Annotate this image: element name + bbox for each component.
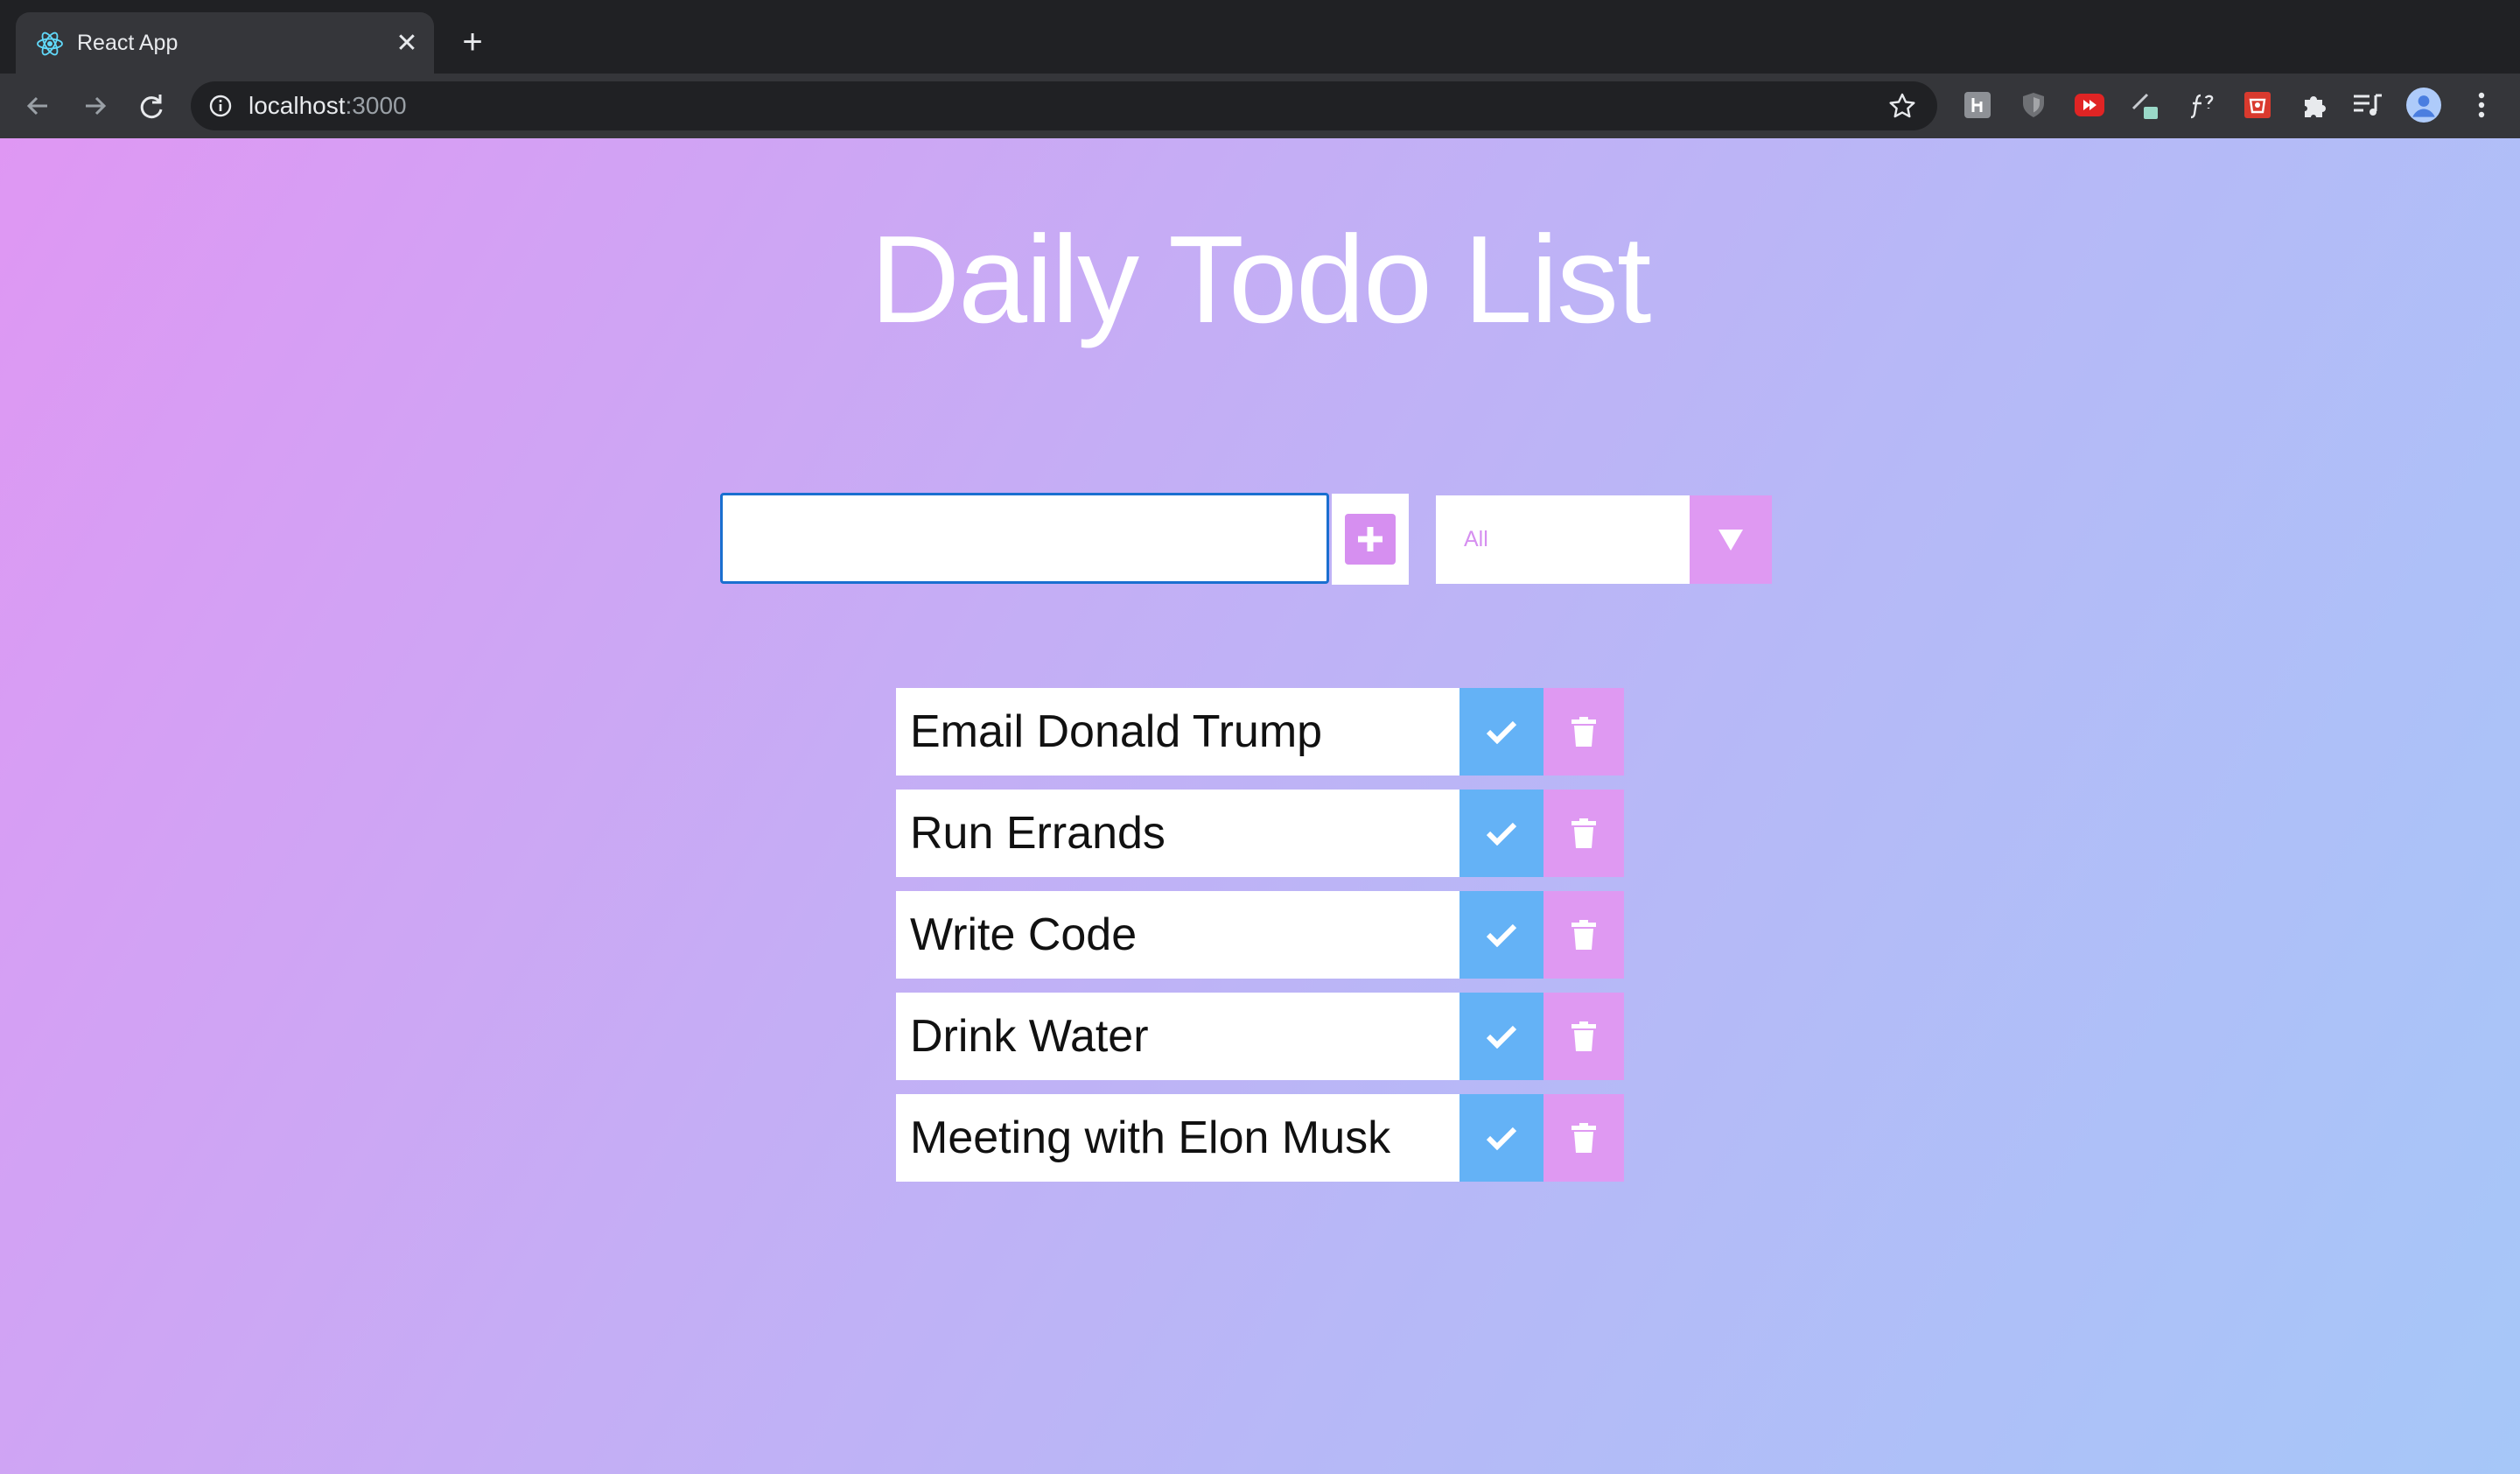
h-badge-icon: [1964, 92, 1991, 118]
extension-pen-icon[interactable]: [2128, 88, 2163, 123]
shield-icon: [2023, 93, 2044, 117]
todo-item: Drink Water: [896, 993, 1624, 1080]
todo-input[interactable]: [720, 493, 1329, 584]
tab-strip: React App ✕ +: [0, 0, 2520, 74]
youtube-icon: [2075, 94, 2104, 116]
add-todo-button[interactable]: [1332, 494, 1409, 585]
trash-icon: [1572, 717, 1596, 747]
trash-icon: [1572, 818, 1596, 848]
complete-button[interactable]: [1460, 790, 1544, 877]
plus-square-icon: [1345, 514, 1396, 565]
delete-button[interactable]: [1544, 688, 1624, 776]
check-icon: [1486, 720, 1517, 744]
reload-button[interactable]: [133, 88, 170, 124]
extension-youtube-icon[interactable]: [2072, 88, 2107, 123]
avatar-icon: [2406, 88, 2441, 123]
todo-text: Run Errands: [896, 790, 1460, 877]
new-tab-button[interactable]: +: [455, 25, 490, 60]
check-icon: [1486, 1127, 1517, 1150]
arrow-right-icon: [86, 96, 107, 116]
info-icon[interactable]: [208, 94, 233, 118]
complete-button[interactable]: [1460, 688, 1544, 776]
filter-dropdown-arrow[interactable]: [1690, 495, 1772, 584]
complete-button[interactable]: [1460, 1094, 1544, 1182]
triangle-down-icon: [1718, 529, 1743, 551]
delete-button[interactable]: [1544, 993, 1624, 1080]
profile-avatar-button[interactable]: [2406, 88, 2441, 123]
bookmark-star-icon[interactable]: [1888, 92, 1916, 120]
todo-item: Email Donald Trump: [896, 688, 1624, 776]
trash-icon: [1572, 1021, 1596, 1051]
tab-close-icon[interactable]: ✕: [394, 31, 420, 57]
todo-list: Email Donald Trump Run Errands Write Cod…: [896, 688, 1624, 1196]
complete-button[interactable]: [1460, 891, 1544, 979]
delete-button[interactable]: [1544, 790, 1624, 877]
back-button[interactable]: [19, 88, 56, 124]
todo-item: Write Code: [896, 891, 1624, 979]
tab-react-app[interactable]: React App ✕: [16, 12, 434, 74]
todo-text: Meeting with Elon Musk: [896, 1094, 1460, 1182]
extension-h-icon[interactable]: [1960, 88, 1995, 123]
url-port: :3000: [345, 92, 407, 119]
app-page: Daily Todo List All Email Donald Trump R…: [0, 138, 2520, 1474]
media-control-button[interactable]: [2350, 88, 2385, 123]
trash-icon: [1572, 920, 1596, 950]
reload-icon: [140, 95, 163, 119]
extension-shield-icon[interactable]: [2016, 88, 2051, 123]
function-icon: [2190, 94, 2214, 119]
todo-text: Write Code: [896, 891, 1460, 979]
page-title: Daily Todo List: [870, 210, 1652, 349]
delete-button[interactable]: [1544, 1094, 1624, 1182]
arrow-left-icon: [26, 96, 47, 116]
extensions-puzzle-button[interactable]: [2296, 88, 2331, 123]
check-icon: [1486, 923, 1517, 947]
address-bar[interactable]: localhost:3000: [191, 81, 1937, 130]
check-icon: [1486, 822, 1517, 846]
browser-menu-button[interactable]: [2464, 88, 2499, 123]
extension-function-icon[interactable]: [2184, 88, 2219, 123]
check-icon: [1486, 1025, 1517, 1049]
tab-title: React App: [77, 31, 178, 55]
forward-button[interactable]: [77, 88, 114, 124]
red-square-icon: [2244, 92, 2271, 118]
puzzle-icon: [2305, 96, 2326, 117]
todo-item: Run Errands: [896, 790, 1624, 877]
filter-selected-value: All: [1464, 527, 1488, 551]
url-text[interactable]: localhost:3000: [248, 81, 407, 130]
playlist-music-icon: [2354, 94, 2382, 116]
todo-text: Drink Water: [896, 993, 1460, 1080]
complete-button[interactable]: [1460, 993, 1544, 1080]
react-icon: [37, 32, 63, 56]
url-host: localhost: [248, 92, 346, 119]
todo-item: Meeting with Elon Musk: [896, 1094, 1624, 1182]
delete-button[interactable]: [1544, 891, 1624, 979]
pen-icon: [2132, 93, 2158, 119]
kebab-menu-icon: [2478, 92, 2485, 118]
trash-icon: [1572, 1123, 1596, 1153]
todo-text: Email Donald Trump: [896, 688, 1460, 776]
filter-select[interactable]: All: [1436, 495, 1772, 584]
extension-red-square-icon[interactable]: [2240, 88, 2275, 123]
